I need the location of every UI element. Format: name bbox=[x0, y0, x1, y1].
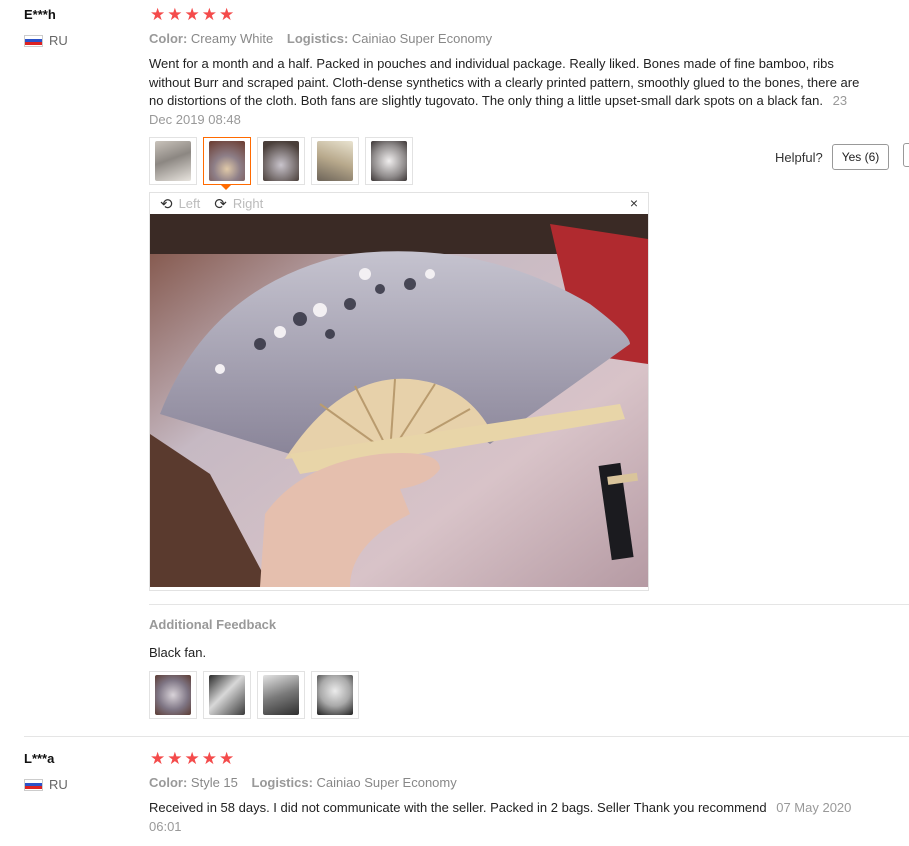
photo-thumbnail[interactable] bbox=[149, 671, 197, 719]
logistics-label: Logistics: bbox=[286, 31, 349, 46]
star-icon: ★ bbox=[167, 5, 183, 24]
additional-feedback-text: Black fan. bbox=[149, 645, 207, 660]
country-code: RU bbox=[49, 777, 68, 792]
star-icon: ★ bbox=[219, 749, 235, 768]
photo-viewer: ⟲ Left ⟳ Right × bbox=[149, 192, 649, 591]
rotate-right-button[interactable]: ⟳ Right bbox=[214, 195, 263, 213]
close-icon[interactable]: × bbox=[630, 195, 638, 211]
order-info: Color: Creamy White Logistics: Cainiao S… bbox=[149, 31, 502, 46]
additional-feedback-title: Additional Feedback bbox=[149, 617, 277, 632]
review-divider bbox=[24, 736, 909, 737]
photo-thumbnail[interactable] bbox=[257, 137, 305, 185]
viewer-toolbar: ⟲ Left ⟳ Right × bbox=[150, 193, 648, 214]
reviewer-country: RU bbox=[24, 33, 68, 48]
review-body: Went for a month and a half. Packed in p… bbox=[149, 56, 860, 108]
logistics-value: Cainiao Super Economy bbox=[351, 31, 493, 46]
photo-thumbnails bbox=[149, 137, 413, 185]
review-text: Went for a month and a half. Packed in p… bbox=[149, 55, 869, 129]
color-value: Creamy White bbox=[190, 31, 274, 46]
star-icon: ★ bbox=[201, 749, 217, 768]
photo-thumbnail[interactable] bbox=[311, 671, 359, 719]
photo-thumbnail[interactable] bbox=[203, 671, 251, 719]
fan-photo-image bbox=[150, 214, 648, 587]
helpful-label: Helpful? bbox=[775, 149, 823, 165]
star-icon: ★ bbox=[150, 749, 166, 768]
reviewer-country: RU bbox=[24, 777, 68, 792]
rotate-left-icon: ⟲ bbox=[160, 195, 173, 213]
review-body: Received in 58 days. I did not communica… bbox=[149, 800, 767, 815]
star-icon: ★ bbox=[167, 749, 183, 768]
color-value: Style 15 bbox=[190, 775, 238, 790]
photo-thumbnail[interactable] bbox=[149, 137, 197, 185]
logistics-value: Cainiao Super Economy bbox=[316, 775, 457, 790]
star-rating: ★ ★ ★ ★ ★ bbox=[150, 750, 234, 767]
active-thumbnail-indicator bbox=[220, 184, 232, 190]
star-icon: ★ bbox=[219, 5, 235, 24]
additional-photo-thumbnails bbox=[149, 671, 359, 719]
rotate-left-label: Left bbox=[178, 196, 201, 211]
color-label: Color: bbox=[149, 31, 188, 46]
photo-thumbnail[interactable] bbox=[311, 137, 359, 185]
photo-thumbnail[interactable] bbox=[257, 671, 305, 719]
rotate-left-button[interactable]: ⟲ Left bbox=[160, 195, 200, 213]
reviewer-name: L***a bbox=[24, 751, 55, 766]
review-photo bbox=[150, 214, 648, 587]
star-icon: ★ bbox=[150, 5, 166, 24]
order-info: Color: Style 15 Logistics: Cainiao Super… bbox=[149, 775, 467, 790]
russia-flag-icon bbox=[24, 778, 43, 791]
reviewer-name: E***h bbox=[24, 7, 56, 22]
helpful-section: Helpful? Yes (6) bbox=[775, 144, 890, 170]
country-code: RU bbox=[49, 33, 68, 48]
divider bbox=[149, 604, 909, 605]
photo-thumbnail[interactable] bbox=[365, 137, 413, 185]
review-text: Received in 58 days. I did not communica… bbox=[149, 799, 869, 836]
star-icon: ★ bbox=[184, 5, 200, 24]
helpful-no-button[interactable] bbox=[903, 143, 909, 167]
rotate-right-label: Right bbox=[232, 196, 264, 211]
star-icon: ★ bbox=[201, 5, 217, 24]
logistics-label: Logistics: bbox=[251, 775, 313, 790]
photo-thumbnail[interactable] bbox=[203, 137, 251, 185]
star-rating: ★ ★ ★ ★ ★ bbox=[150, 6, 234, 23]
russia-flag-icon bbox=[24, 34, 43, 47]
star-icon: ★ bbox=[184, 749, 200, 768]
color-label: Color: bbox=[149, 775, 188, 790]
rotate-right-icon: ⟳ bbox=[214, 195, 227, 213]
helpful-yes-button[interactable]: Yes (6) bbox=[831, 144, 890, 170]
